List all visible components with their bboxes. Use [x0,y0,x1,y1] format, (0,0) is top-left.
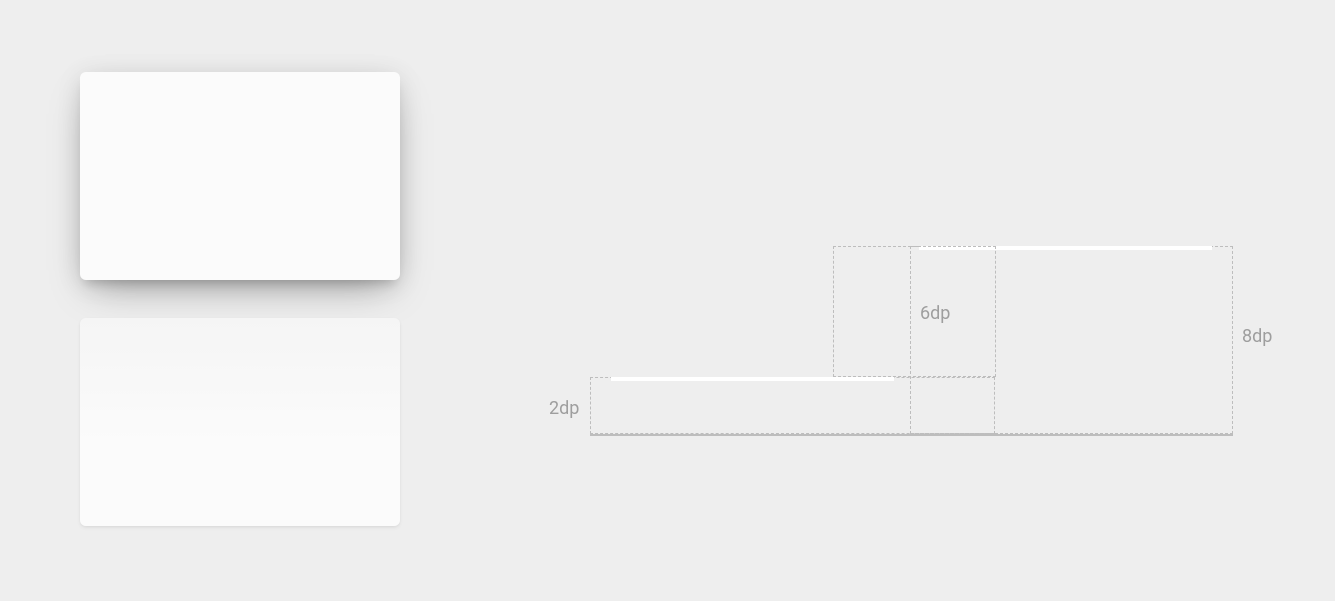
card-elevated-8dp [80,72,400,280]
elevation-spec-stage: 2dp 6dp 8dp [0,0,1335,601]
elevation-box-2dp-top-surface [611,377,894,381]
card-resting-2dp [80,318,400,526]
elevation-diagram: 2dp 6dp 8dp [590,246,1285,446]
elevation-label-2dp: 2dp [549,400,579,418]
surface-line [590,434,1233,436]
elevation-label-6dp: 6dp [920,305,950,323]
elevation-label-8dp: 8dp [1242,328,1272,346]
elevation-box-6dp [833,246,996,377]
